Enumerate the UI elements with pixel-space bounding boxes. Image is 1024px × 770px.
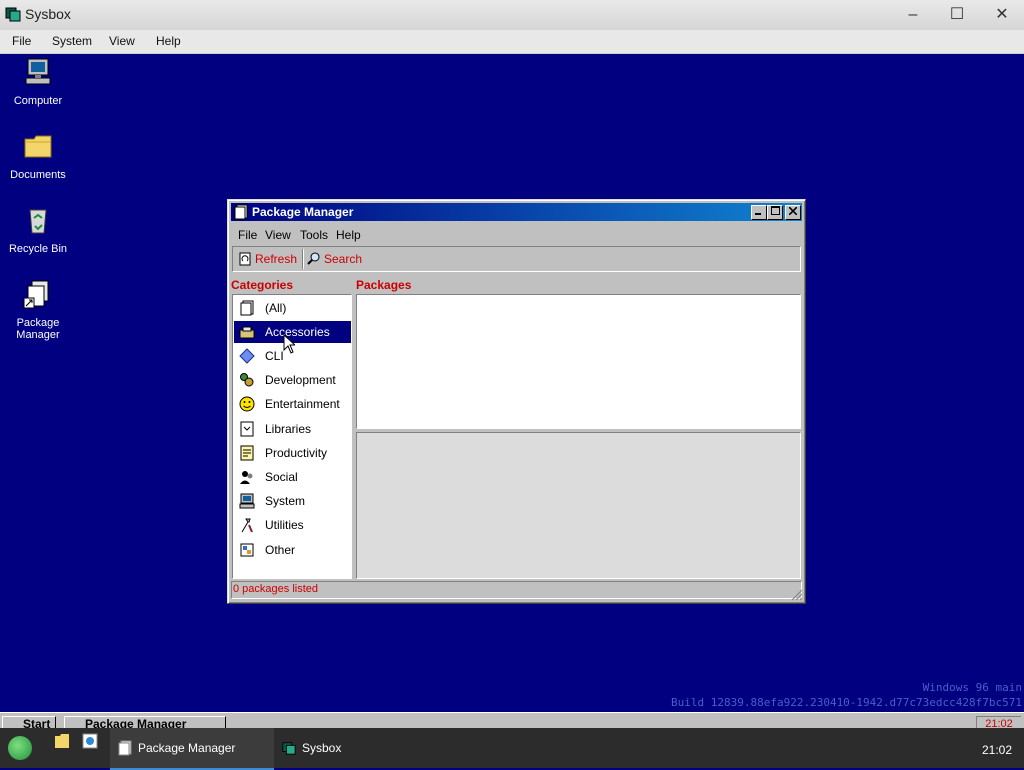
folder-icon [24,135,52,158]
package-manager-titlebar[interactable]: Package Manager [231,203,802,221]
category-productivity[interactable]: Productivity [234,442,351,464]
category-label: (All) [265,301,287,315]
minimize-icon [755,213,761,215]
category-social[interactable]: Social [234,466,351,488]
host-window-title: Sysbox [25,6,71,22]
inner-taskbar: Start Package Manager 21:02 [0,712,1024,729]
accessories-icon [239,326,255,339]
toolbar-separator [302,249,303,269]
package-manager-icon [118,740,132,756]
utilities-icon [241,518,253,533]
category-label: System [265,494,306,508]
menu-view[interactable]: View [265,228,291,242]
host-close-button[interactable]: ✕ [980,2,1024,28]
host-menu-file[interactable]: File [12,34,31,48]
libraries-icon [240,421,254,437]
host-titlebar: Sysbox – ☐ ✕ [0,0,1024,30]
category-label: Accessories [265,325,330,339]
menu-tools[interactable]: Tools [300,228,328,242]
categories-heading: Categories [231,278,294,292]
category-development[interactable]: Development [234,369,351,391]
category-utilities[interactable]: Utilities [234,514,351,536]
desktop-icon-package-manager[interactable]: Package Manager [0,278,76,341]
refresh-button[interactable]: Refresh [238,250,297,268]
close-icon [788,206,798,216]
search-button[interactable]: Search [307,250,362,268]
package-details-pane [356,432,801,579]
system-icon [239,493,255,509]
category-all[interactable]: (All) [234,297,351,319]
menu-help[interactable]: Help [336,228,361,242]
recycle-bin-icon [29,209,47,234]
host-maximize-button[interactable]: ☐ [935,2,979,28]
category-label: Entertainment [265,397,340,411]
package-manager-toolbar: Refresh Search [232,246,801,272]
package-manager-menubar: File View Tools Help [232,224,801,244]
packages-heading: Packages [356,278,412,292]
status-bar: 0 packages listed [231,581,802,599]
development-icon [240,373,254,387]
maximize-button[interactable] [767,205,783,220]
all-icon [240,300,254,316]
menu-file[interactable]: File [238,228,257,242]
desktop-icon-label: Documents [10,169,66,181]
cli-icon [239,348,255,364]
sysbox-icon [282,742,296,755]
mouse-cursor-icon [283,334,295,354]
other-icon [240,543,254,557]
close-button[interactable] [785,205,801,220]
package-manager-icon [234,204,248,220]
desktop-icon-label: Computer [13,95,63,107]
search-icon [307,252,320,265]
host-task-label: Sysbox [302,741,342,755]
desktop-icon-documents[interactable]: Documents [0,130,76,181]
category-system[interactable]: System [234,490,351,512]
desktop-icon-recycle-bin[interactable]: Recycle Bin [0,204,76,255]
host-clock: 21:02 [981,743,1012,757]
desktop-icon-label: Package Manager [16,317,60,341]
package-manager-window: Package Manager File View Tools Help Ref… [227,199,806,604]
computer-icon [25,58,51,85]
watermark-line2: Build 12839.88efa922.230410-1942.d77c73e… [671,696,1022,709]
category-entertainment[interactable]: Entertainment [234,393,351,415]
host-task-package-manager[interactable]: Package Manager [110,728,274,770]
package-manager-icon [23,280,49,309]
resize-grip-icon[interactable] [791,589,803,601]
host-menu-help[interactable]: Help [156,34,181,48]
category-label: Development [265,373,336,387]
host-menu-system[interactable]: System [52,34,92,48]
social-icon [240,471,253,484]
host-task-sysbox[interactable]: Sysbox [274,728,438,768]
host-menu-view[interactable]: View [109,34,135,48]
category-other[interactable]: Other [234,539,351,561]
category-label: Libraries [265,422,312,436]
browser-icon[interactable] [82,733,98,749]
sysbox-icon [5,7,21,22]
category-label: Productivity [265,446,328,460]
maximize-icon [770,206,780,215]
desktop-icon-computer[interactable]: Computer [0,56,76,107]
host-taskbar: Package Manager Sysbox 21:02 [0,728,1024,770]
files-icon[interactable] [54,733,70,749]
productivity-icon [240,445,254,461]
host-menubar: File System View Help [0,30,1024,54]
packages-list[interactable] [356,294,801,429]
package-manager-title: Package Manager [252,205,354,219]
category-label: Social [265,470,298,484]
host-task-label: Package Manager [138,741,236,755]
watermark-line1: Windows 96 main [922,681,1022,694]
host-minimize-button[interactable]: – [891,2,935,28]
category-label: Other [265,543,296,557]
minimize-button[interactable] [751,205,767,220]
category-libraries[interactable]: Libraries [234,418,351,440]
refresh-label: Refresh [255,252,298,266]
search-label: Search [324,252,363,266]
smiley-icon [239,396,255,412]
desktop-icon-label: Recycle Bin [8,243,68,255]
category-label: Utilities [265,518,304,532]
status-text: 0 packages listed [233,583,318,595]
start-menu-icon[interactable] [8,736,32,760]
category-label: CLI [265,349,284,363]
refresh-icon [239,252,251,266]
